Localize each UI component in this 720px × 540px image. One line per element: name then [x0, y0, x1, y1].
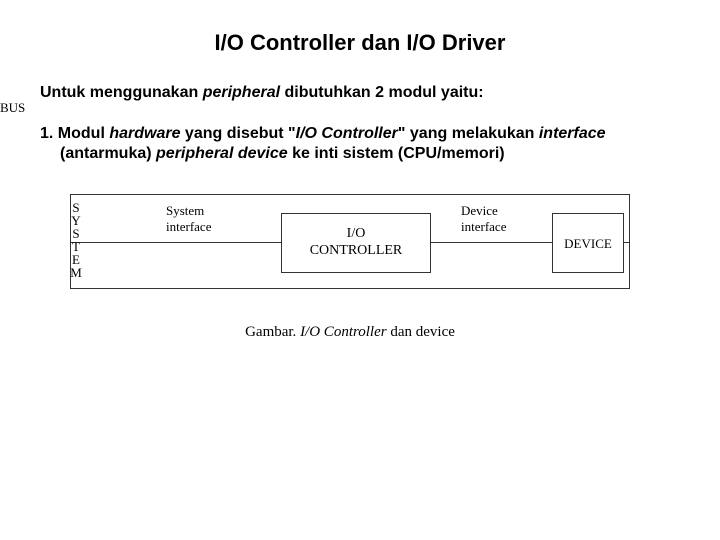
slide: I/O Controller dan I/O Driver Untuk meng…	[0, 0, 720, 361]
device-interface-label: Device interface	[461, 203, 506, 235]
io-controller-box: I/O CONTROLLER	[281, 213, 431, 273]
caption-post: dan device	[387, 324, 455, 340]
item1-em3: interface	[539, 125, 606, 142]
item1-em2: I/O Controller	[296, 125, 398, 142]
item1-t5: ke inti sistem (CPU/memori)	[288, 145, 505, 162]
intro-text: Untuk menggunakan peripheral dibutuhkan …	[40, 84, 680, 102]
diagram: S Y S T E M System interface Device inte…	[70, 194, 630, 341]
intro-post: dibutuhkan 2 modul yaitu:	[280, 84, 484, 101]
diagram-frame: S Y S T E M System interface Device inte…	[70, 194, 630, 289]
device-box: DEVICE	[552, 213, 624, 273]
item1-t1: Modul	[58, 125, 110, 142]
sysbus-l5: M	[69, 266, 83, 279]
caption-em: I/O Controller	[300, 324, 387, 340]
controller-line1: I/O	[282, 226, 430, 243]
item1-t3: " yang melakukan	[398, 125, 539, 142]
item1-em1: hardware	[109, 125, 180, 142]
intro-pre: Untuk menggunakan	[40, 84, 203, 101]
slide-title: I/O Controller dan I/O Driver	[40, 30, 680, 56]
controller-line2: CONTROLLER	[282, 243, 430, 260]
bus-label: BUS	[0, 100, 25, 116]
intro-em: peripheral	[203, 84, 280, 101]
figure-caption: Gambar. I/O Controller dan device	[70, 324, 630, 341]
system-interface-label: System interface	[166, 203, 211, 235]
item1-num: 1.	[40, 125, 58, 142]
caption-pre: Gambar.	[245, 324, 300, 340]
item1-em4: peripheral device	[156, 145, 288, 162]
device-label: DEVICE	[564, 236, 612, 251]
list-item-1: 1. Modul hardware yang disebut "I/O Cont…	[40, 124, 680, 164]
item1-t2: yang disebut "	[180, 125, 295, 142]
item1-t4: (antarmuka)	[60, 145, 156, 162]
